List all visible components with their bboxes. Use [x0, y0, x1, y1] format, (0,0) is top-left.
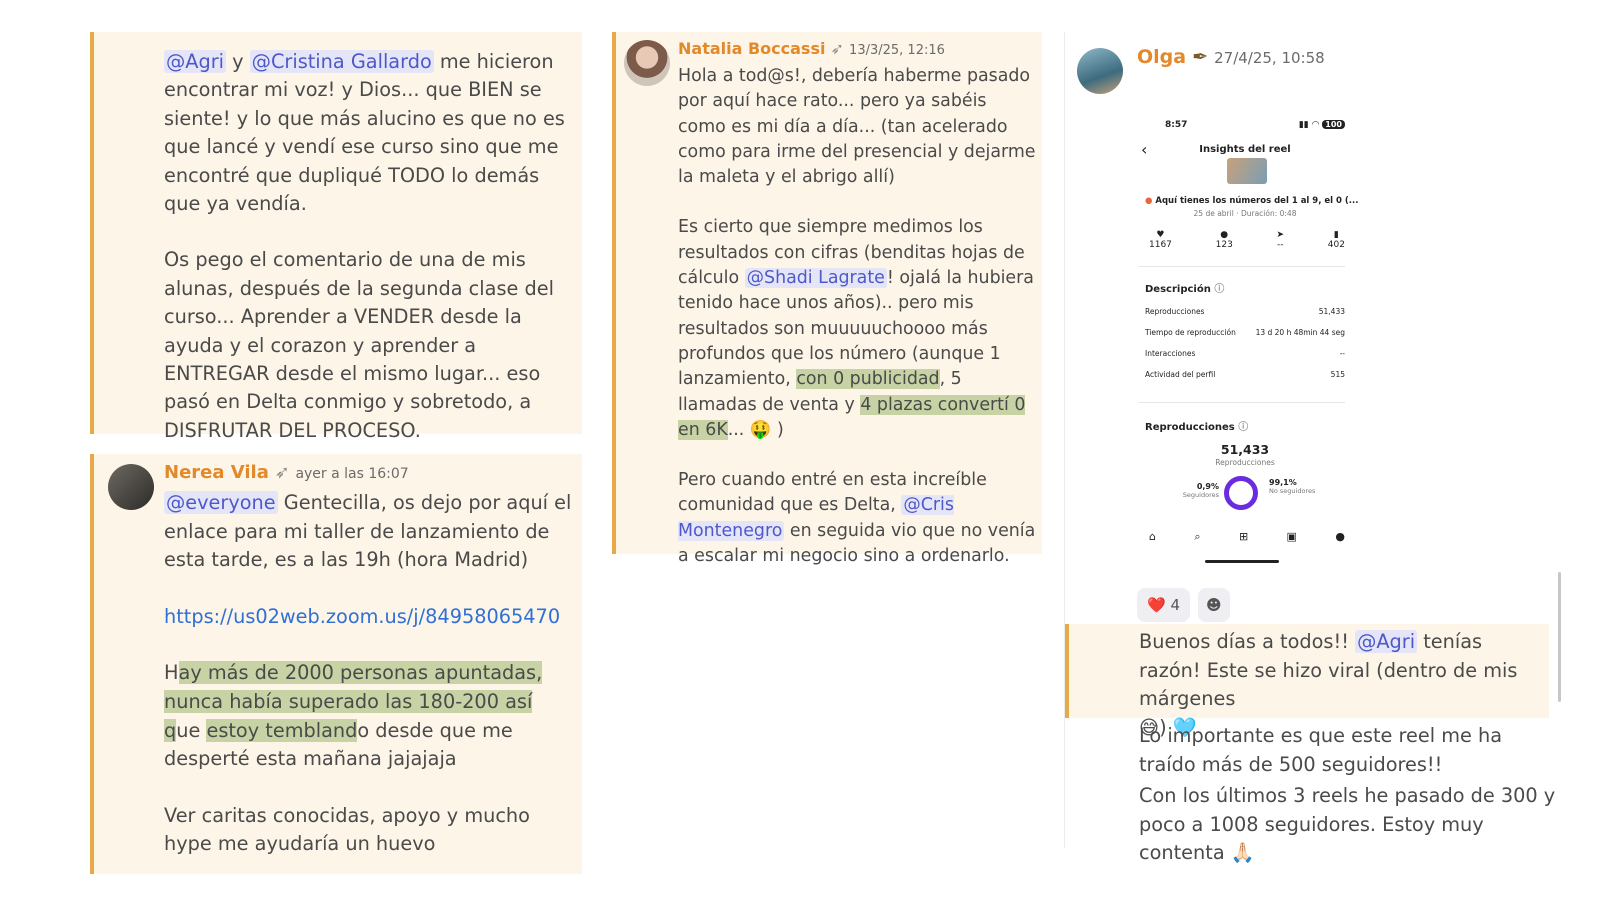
- reproductions-label: Reproducciones: [1215, 458, 1275, 467]
- message-paragraph: Hola a tod@s!, debería haberme pasado po…: [678, 66, 1036, 188]
- scrollbar[interactable]: [1558, 572, 1561, 702]
- description-title: Descripción ⓘ: [1145, 284, 1225, 295]
- add-reaction-button[interactable]: ☻: [1198, 588, 1230, 622]
- message-panel-olga: Olga ✒ 27/4/25, 10:58 8:57 ▮▮ ◠ 100 ‹ In…: [1064, 32, 1564, 864]
- insights-title: Insights del reel: [1199, 144, 1291, 155]
- text-fragment: y: [226, 50, 250, 73]
- message-paragraph: Pero cuando entré en esta increíble comu…: [678, 468, 1038, 569]
- reactions-bar: ❤️ 4 ☻: [1137, 588, 1230, 622]
- heart-icon: ❤️: [1147, 596, 1166, 614]
- mention-agri[interactable]: @Agri: [1355, 630, 1418, 653]
- comment-icon: ●: [1220, 230, 1229, 240]
- timestamp: 27/4/25, 10:58: [1214, 49, 1325, 67]
- timestamp: ayer a las 16:07: [295, 466, 409, 482]
- reproductions-title: Reproducciones ⓘ: [1145, 422, 1249, 433]
- reels-icon[interactable]: ▣: [1287, 530, 1297, 544]
- reel-meta: 25 de abril · Duración: 0:48: [1193, 209, 1297, 218]
- feather-icon: ✒: [1192, 46, 1209, 68]
- likes-stat: ♥ 1167: [1149, 230, 1172, 250]
- metric-row: Reproducciones 51,433: [1145, 307, 1345, 316]
- home-icon[interactable]: ⌂: [1149, 530, 1156, 544]
- message-panel-nerea: Nerea Vila ➶ ayer a las 16:07 @everyone …: [90, 454, 582, 874]
- metric-row: Actividad del perfil 515: [1145, 370, 1345, 379]
- message-text: Buenos días a todos!! @Agri tenías razón…: [1139, 628, 1549, 714]
- message-header: Olga ✒ 27/4/25, 10:58: [1137, 46, 1325, 68]
- username[interactable]: Natalia Boccassi: [678, 39, 825, 58]
- metric-row: Interacciones --: [1145, 349, 1345, 358]
- bow-arrow-icon: ➶: [274, 462, 290, 483]
- gift-icon: ●: [1145, 196, 1153, 206]
- bookmark-icon: ▮: [1333, 230, 1339, 240]
- highlighted-text: estoy tembland: [206, 718, 358, 742]
- text-fragment: ue: [176, 718, 207, 742]
- heart-icon: ♥: [1156, 230, 1165, 240]
- text-fragment: ... 🤑 ): [727, 419, 784, 440]
- divider: [1139, 402, 1345, 403]
- send-icon: ➤: [1276, 230, 1285, 240]
- highlighted-text: con 0 publicidad: [796, 369, 940, 390]
- avatar[interactable]: [624, 40, 670, 86]
- saves-stat: ▮ 402: [1327, 230, 1345, 250]
- followers-donut: [1224, 476, 1258, 510]
- username[interactable]: Olga: [1137, 46, 1186, 68]
- message-paragraph: Ver caritas conocidas, apoyo y mucho hyp…: [164, 803, 530, 856]
- smiley-icon: ☻: [1206, 596, 1222, 614]
- nonfollowers-share: 99,1% No seguidores: [1269, 478, 1316, 495]
- comments-stat: ● 123: [1215, 230, 1233, 250]
- status-bar: 8:57 ▮▮ ◠ 100: [1165, 120, 1345, 130]
- timestamp: 13/3/25, 12:16: [849, 43, 945, 58]
- mention-shadi-lagrate[interactable]: @Shadi Lagrate: [744, 268, 887, 289]
- profile-icon[interactable]: ●: [1335, 530, 1345, 544]
- followers-share: 0,9% Seguidores: [1182, 482, 1219, 499]
- username[interactable]: Nerea Vila: [164, 462, 269, 483]
- reproductions-value: 51,433: [1220, 442, 1270, 457]
- status-time: 8:57: [1165, 120, 1188, 130]
- reel-thumbnail: [1227, 158, 1267, 184]
- mention-everyone[interactable]: @everyone: [164, 491, 278, 514]
- bottom-nav: ⌂ ⌕ ⊞ ▣ ●: [1149, 530, 1345, 544]
- mention-agri[interactable]: @Agri: [164, 50, 226, 73]
- home-indicator: [1205, 560, 1279, 563]
- bow-arrow-icon: ➶: [830, 39, 844, 58]
- message-paragraph: Es cierto que siempre medimos los result…: [678, 215, 1038, 443]
- reel-title: ● Aquí tienes los números del 1 al 9, el…: [1145, 196, 1359, 206]
- highlighted-message: Buenos días a todos!! @Agri tenías razón…: [1065, 624, 1549, 739]
- avatar[interactable]: [1077, 48, 1123, 94]
- mention-cristina-gallardo[interactable]: @Cristina Gallardo: [249, 50, 434, 73]
- text-fragment: me hicieron encontrar mi voz! y Dios... …: [164, 50, 565, 216]
- zoom-link[interactable]: https://us02web.zoom.us/j/84958065470: [164, 605, 560, 628]
- info-icon: ⓘ: [1238, 422, 1249, 433]
- divider: [1139, 266, 1345, 267]
- message-panel-natalia: Natalia Boccassi ➶ 13/3/25, 12:16 Hola a…: [612, 32, 1042, 566]
- screenshot-attachment[interactable]: 8:57 ▮▮ ◠ 100 ‹ Insights del reel ● Aquí…: [1135, 84, 1375, 582]
- text-fragment: Buenos días a todos!!: [1139, 630, 1356, 653]
- description-section: Descripción ⓘ Reproducciones 51,433 Tiemp…: [1145, 280, 1345, 379]
- reel-stats: ♥ 1167 ● 123 ➤ -- ▮ 402: [1149, 230, 1345, 250]
- shares-stat: ➤ --: [1276, 230, 1285, 250]
- info-icon: ⓘ: [1214, 284, 1225, 295]
- message-panel-a: @Agri y @Cristina Gallardo me hicieron e…: [90, 32, 582, 442]
- heart-reaction[interactable]: ❤️ 4: [1137, 588, 1191, 622]
- reaction-count: 4: [1170, 596, 1181, 614]
- message-text: Con los últimos 3 reels he pasado de 300…: [1139, 784, 1556, 865]
- text-fragment: H: [164, 661, 179, 685]
- message-text: @everyone Gentecilla, os dejo por aquí e…: [164, 489, 574, 575]
- avatar[interactable]: [108, 464, 154, 510]
- message-text: @Agri y @Cristina Gallardo me hicieron e…: [164, 48, 568, 218]
- add-icon[interactable]: ⊞: [1239, 530, 1248, 544]
- message-paragraph: Os pego el comentario de una de mis alun…: [164, 248, 554, 442]
- status-icons: ▮▮ ◠ 100: [1299, 120, 1345, 130]
- message-header: Nerea Vila ➶ ayer a las 16:07: [164, 460, 574, 487]
- message-text: Lo importante es que este reel me ha tra…: [1139, 724, 1503, 776]
- search-icon[interactable]: ⌕: [1194, 530, 1200, 544]
- metric-row: Tiempo de reproducción 13 d 20 h 48min 44…: [1145, 328, 1345, 337]
- message-header: Natalia Boccassi ➶ 13/3/25, 12:16: [678, 38, 1038, 62]
- message-paragraph: Hay más de 2000 personas apuntadas, nunc…: [164, 659, 574, 773]
